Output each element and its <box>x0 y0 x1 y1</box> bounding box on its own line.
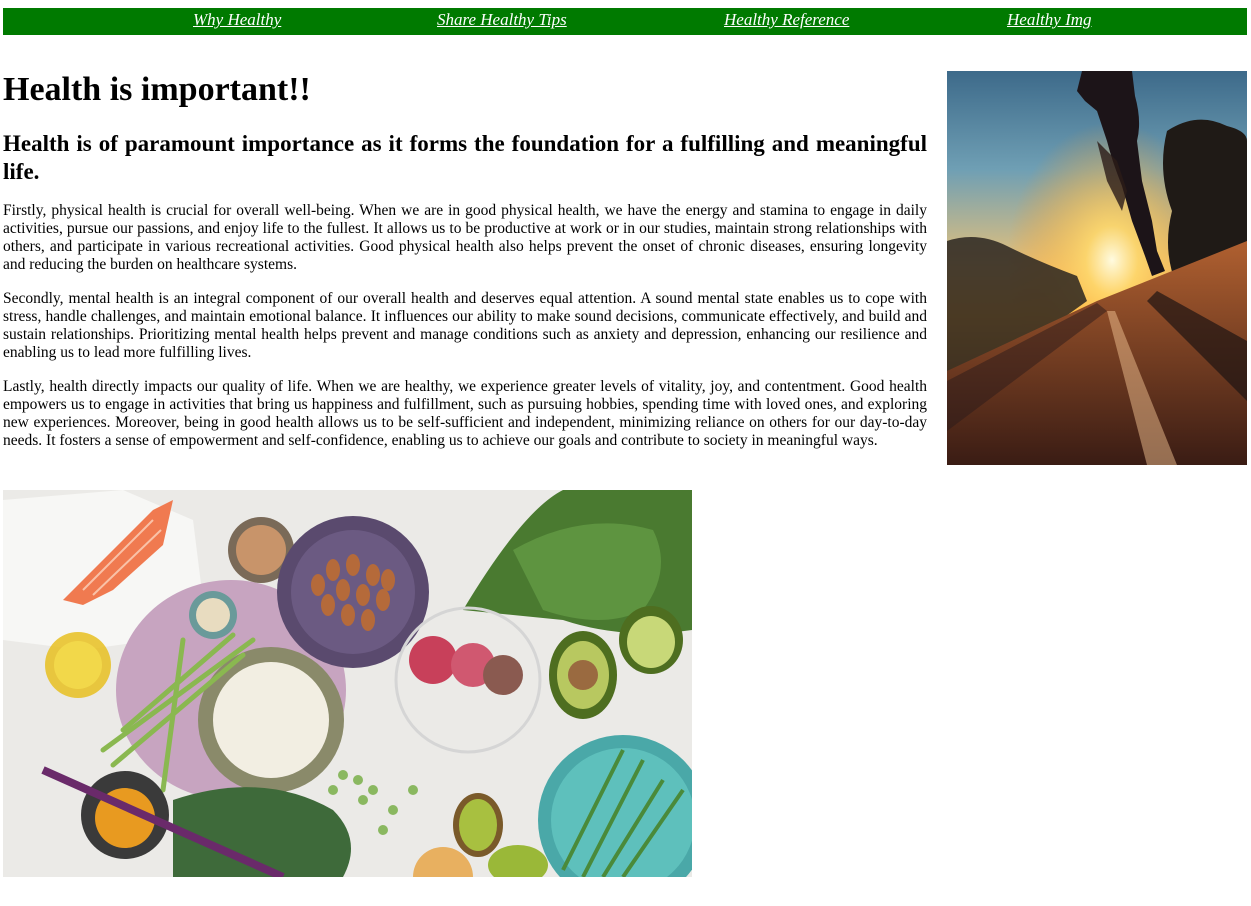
paragraph-physical-health: Firstly, physical health is crucial for … <box>3 202 927 273</box>
top-navbar: Why Healthy Share Healthy Tips Healthy R… <box>3 8 1247 35</box>
nav-link-share-healthy-tips[interactable]: Share Healthy Tips <box>437 10 567 30</box>
nav-link-healthy-img[interactable]: Healthy Img <box>1007 10 1092 30</box>
paragraph-mental-health: Secondly, mental health is an integral c… <box>3 290 927 361</box>
paragraph-quality-of-life: Lastly, health directly impacts our qual… <box>3 378 927 449</box>
page-subtitle: Health is of paramount importance as it … <box>3 131 927 184</box>
runner-sunset-image <box>947 71 1247 465</box>
nav-link-healthy-reference[interactable]: Healthy Reference <box>724 10 849 30</box>
main-content: Health is important!! Health is of param… <box>3 70 927 450</box>
nav-link-why-healthy[interactable]: Why Healthy <box>193 10 281 30</box>
healthy-food-image <box>3 490 692 877</box>
page-title: Health is important!! <box>3 71 311 108</box>
